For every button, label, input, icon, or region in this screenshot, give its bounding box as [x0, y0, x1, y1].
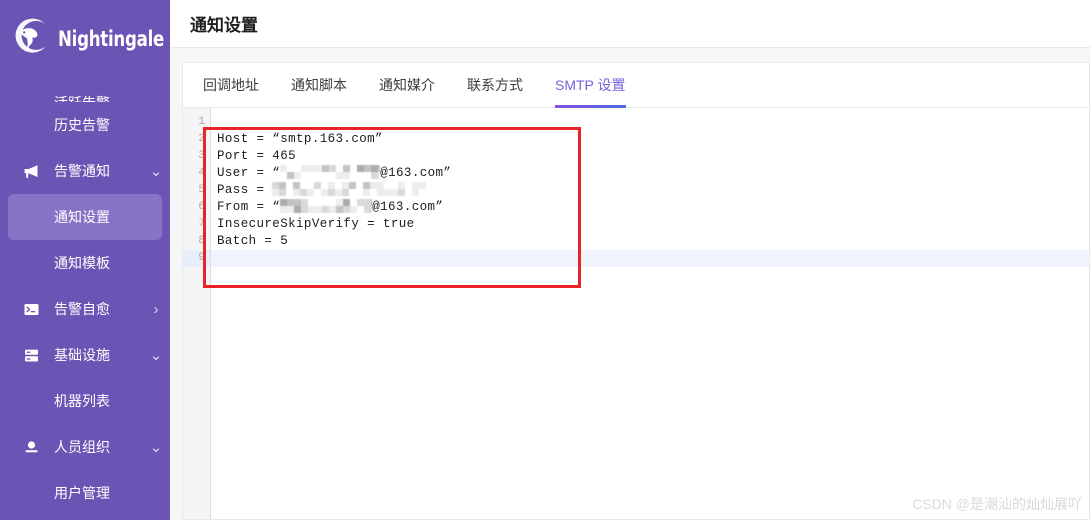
megaphone-icon	[14, 163, 48, 180]
sidebar-item-9[interactable]: 用户管理	[0, 470, 170, 516]
sidebar-item-8[interactable]: 人员组织 ⌄	[0, 424, 170, 470]
chevron-down-icon[interactable]: ⌄	[142, 346, 170, 364]
code-text: @163.com”	[372, 200, 444, 214]
topbar: 通知设置	[170, 0, 1090, 48]
code-line[interactable]: From = “ @163.com”	[211, 199, 1089, 216]
chevron-right-icon[interactable]: ›	[142, 301, 170, 318]
code-line[interactable]: Port = 465	[211, 148, 1089, 165]
sidebar-item-10[interactable]: 团队管理	[0, 516, 170, 520]
sidebar-item-6[interactable]: 基础设施 ⌄	[0, 332, 170, 378]
tab-1[interactable]: 通知脚本	[291, 63, 347, 108]
sidebar-item-label: 历史告警	[54, 117, 110, 133]
code-line[interactable]: Host = “smtp.163.com”	[211, 131, 1089, 148]
code-text: From = “	[217, 200, 281, 214]
app-root: Nightingale 活跃告警历史告警告警通知 ⌄ 通知设置通知模板告警自愈 › 基础…	[0, 0, 1090, 520]
line-number: 9	[183, 250, 210, 267]
sidebar-item-label: 机器列表	[54, 393, 110, 409]
redacted-value	[280, 199, 373, 213]
sidebar-item-label: 告警自愈	[54, 301, 110, 317]
line-number: 4	[198, 167, 205, 179]
tab-label: 通知媒介	[379, 77, 435, 93]
code-line[interactable]: Batch = 5	[211, 233, 1089, 250]
line-number: 5	[198, 184, 205, 196]
code-line[interactable]	[211, 250, 1089, 267]
code-text: Host = “smtp.163.com”	[217, 132, 383, 146]
code-text: Pass =	[217, 183, 273, 197]
sidebar-item-label: 活跃告警	[48, 93, 142, 102]
sidebar-item-7[interactable]: 机器列表	[0, 378, 170, 424]
user-icon	[14, 439, 48, 456]
chevron-down-icon[interactable]: ⌄	[142, 162, 170, 180]
tab-2[interactable]: 通知媒介	[379, 63, 435, 108]
tab-label: SMTP 设置	[555, 77, 626, 93]
tab-3[interactable]: 联系方式	[467, 63, 523, 108]
redacted-value	[272, 182, 431, 196]
main-content: 通知设置 回调地址 通知脚本 通知媒介 联系方式 SMTP 设置 1 2 3 4 5 6 7 8 9 H…	[170, 0, 1090, 520]
line-number: 7	[198, 218, 205, 230]
sidebar-item-1[interactable]: 历史告警	[0, 102, 170, 148]
bird-logo-icon	[10, 18, 52, 60]
sidebar-item-0[interactable]: 活跃告警	[0, 78, 170, 102]
editor-line-numbers: 1 2 3 4 5 6 7 8 9	[183, 108, 211, 519]
tab-4[interactable]: SMTP 设置	[555, 63, 626, 108]
sidebar-item-5[interactable]: 告警自愈 ›	[0, 286, 170, 332]
watermark: CSDN @是潮汕的灿灿展吖	[912, 496, 1082, 512]
tab-label: 通知脚本	[291, 77, 347, 93]
code-line[interactable]: Pass =	[211, 182, 1089, 199]
sidebar-item-label: 基础设施	[54, 347, 110, 363]
code-line[interactable]	[211, 114, 1089, 131]
line-number: 1	[198, 116, 205, 128]
sidebar: Nightingale 活跃告警历史告警告警通知 ⌄ 通知设置通知模板告警自愈 › 基础…	[0, 0, 170, 520]
redacted-value	[280, 165, 381, 179]
content-wrapper: 回调地址 通知脚本 通知媒介 联系方式 SMTP 设置 1 2 3 4 5 6 7 8 9 Host =…	[170, 48, 1090, 520]
tab-bar: 回调地址 通知脚本 通知媒介 联系方式 SMTP 设置	[183, 63, 1089, 108]
tab-label: 回调地址	[203, 77, 259, 93]
line-number: 2	[198, 133, 205, 145]
line-number: 3	[198, 150, 205, 162]
sidebar-item-4[interactable]: 通知模板	[0, 240, 170, 286]
brand-name: Nightingale	[58, 27, 165, 51]
line-number: 6	[198, 201, 205, 213]
code-text: User = “	[217, 166, 281, 180]
sidebar-item-3[interactable]: 通知设置	[8, 194, 162, 240]
sidebar-nav: 活跃告警历史告警告警通知 ⌄ 通知设置通知模板告警自愈 › 基础设施 ⌄ 机器列表人员组织 ⌄…	[0, 78, 170, 520]
server-icon	[14, 347, 48, 364]
tab-label: 联系方式	[467, 77, 523, 93]
brand[interactable]: Nightingale	[0, 0, 170, 78]
sidebar-item-label: 通知模板	[54, 255, 110, 271]
sidebar-item-label: 用户管理	[54, 485, 110, 501]
code-text: InsecureSkipVerify = true	[217, 217, 415, 231]
chevron-down-icon[interactable]: ⌄	[142, 438, 170, 456]
sidebar-item-label: 人员组织	[54, 439, 110, 455]
code-line[interactable]: InsecureSkipVerify = true	[211, 216, 1089, 233]
editor-code-area[interactable]: Host = “smtp.163.com” Port = 465 User = “ @…	[211, 108, 1089, 519]
code-text: @163.com”	[380, 166, 452, 180]
terminal-icon	[14, 301, 48, 318]
sidebar-item-label: 通知设置	[54, 209, 110, 225]
code-line[interactable]: User = “ @163.com”	[211, 165, 1089, 182]
sidebar-item-2[interactable]: 告警通知 ⌄	[0, 148, 170, 194]
smtp-config-editor[interactable]: 1 2 3 4 5 6 7 8 9 Host = “smtp.163.com” Port = 46…	[183, 108, 1089, 519]
page-title: 通知设置	[190, 16, 258, 35]
code-text: Port = 465	[217, 149, 297, 163]
settings-card: 回调地址 通知脚本 通知媒介 联系方式 SMTP 设置 1 2 3 4 5 6 7 8 9 Host =…	[182, 62, 1090, 520]
sidebar-item-label: 告警通知	[54, 163, 110, 179]
tab-0[interactable]: 回调地址	[203, 63, 259, 108]
code-text: Batch = 5	[217, 234, 289, 248]
line-number: 8	[198, 235, 205, 247]
